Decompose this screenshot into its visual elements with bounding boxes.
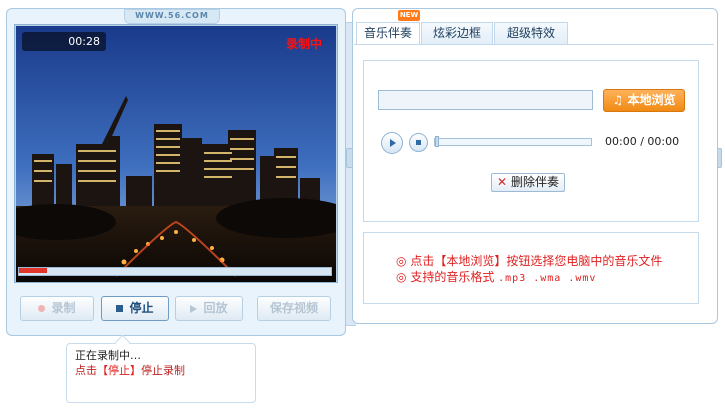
- tip-line-1: 正在录制中…: [75, 349, 141, 362]
- tab-music[interactable]: 音乐伴奏: [356, 22, 420, 45]
- stop-button-label: 停止: [129, 301, 154, 315]
- note-1: ◎ 点击【本地浏览】按钮选择您电脑中的音乐文件: [396, 252, 662, 269]
- tip-highlight: 【停止】: [97, 364, 141, 377]
- record-progress-bar: [18, 267, 332, 276]
- stop-icon: [416, 140, 421, 145]
- tab-underline: [354, 44, 714, 45]
- play-button[interactable]: [381, 132, 403, 154]
- record-button-label: 录制: [51, 301, 76, 315]
- note-2-text: 支持的音乐格式: [410, 270, 499, 284]
- tab-effects-label: 超级特效: [506, 26, 555, 40]
- tip-line-2: 点击【停止】停止录制: [75, 363, 247, 378]
- record-progress-fill: [19, 268, 47, 273]
- record-button[interactable]: 录制: [20, 296, 94, 321]
- music-time: 00:00 / 00:00: [605, 135, 680, 148]
- tab-border-label: 炫彩边框: [432, 26, 481, 40]
- stop-button[interactable]: 停止: [101, 296, 169, 321]
- local-browse-button[interactable]: ♫ 本地浏览: [603, 89, 685, 112]
- tip-prefix: 点击: [75, 364, 97, 377]
- tab-border[interactable]: 炫彩边框: [421, 22, 493, 44]
- stop-square-icon: [116, 305, 124, 312]
- playback-button[interactable]: 回放: [175, 296, 243, 321]
- bullet-icon: ◎: [396, 270, 407, 284]
- tab-effects[interactable]: 超级特效: [494, 22, 568, 44]
- close-icon: ✕: [497, 175, 508, 189]
- recording-status-overlay: 录制中: [286, 37, 323, 51]
- recording-timer: 00:28: [22, 32, 106, 51]
- stop-music-button[interactable]: [409, 133, 428, 152]
- music-seek-bar[interactable]: [434, 138, 592, 146]
- save-video-button-label: 保存视频: [269, 301, 318, 315]
- music-note-icon: ♫: [612, 93, 628, 107]
- play-icon: [190, 304, 198, 313]
- new-badge: NEW: [398, 10, 420, 21]
- recording-tip: 正在录制中… 点击【停止】停止录制: [66, 343, 256, 403]
- save-video-button[interactable]: 保存视频: [257, 296, 331, 321]
- record-dot-icon: [38, 305, 46, 312]
- playback-button-label: 回放: [203, 301, 228, 315]
- tab-music-label: 音乐伴奏: [363, 26, 412, 40]
- site-brand: WWW.56.COM: [124, 9, 220, 24]
- play-icon: [390, 139, 396, 147]
- note-2-formats: .mp3 .wma .wmv: [498, 273, 597, 284]
- city-night-scene: [16, 26, 336, 282]
- note-1-text: 点击【本地浏览】按钮选择您电脑中的音乐文件: [410, 254, 663, 268]
- time-current: 00:00: [605, 135, 637, 148]
- seek-thumb[interactable]: [435, 136, 439, 147]
- delete-accompaniment-button[interactable]: ✕ 删除伴奏: [491, 173, 565, 192]
- tip-suffix: 停止录制: [141, 364, 185, 377]
- bullet-icon: ◎: [396, 254, 407, 268]
- music-file-input[interactable]: [378, 90, 593, 110]
- local-browse-label: 本地浏览: [627, 93, 676, 107]
- video-preview: [14, 24, 338, 283]
- note-2: ◎ 支持的音乐格式 .mp3 .wma .wmv: [396, 268, 596, 285]
- delete-label: 删除伴奏: [510, 175, 559, 189]
- time-total: 00:00: [647, 135, 680, 148]
